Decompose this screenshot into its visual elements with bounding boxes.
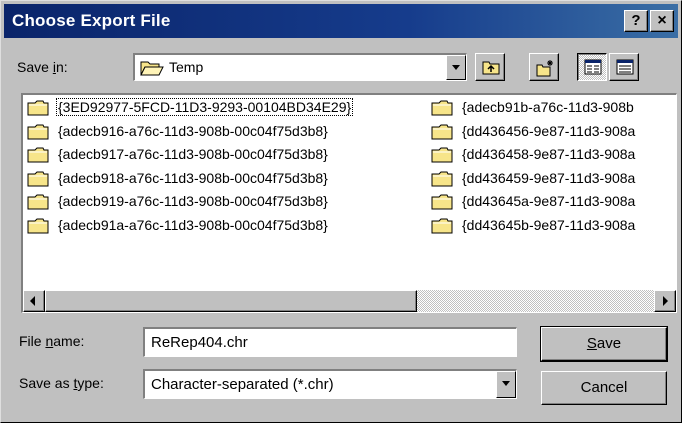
list-item-label: {adecb917-a76c-11d3-908b-00c04f75d3b8}	[58, 146, 328, 163]
save-as-type-combo[interactable]: Character-separated (*.chr)	[143, 369, 517, 399]
list-item-label: {dd436458-9e87-11d3-908a	[462, 146, 636, 163]
scroll-right-button[interactable]	[654, 290, 676, 312]
list-item-label: {dd43645b-9e87-11d3-908a	[462, 216, 636, 233]
scroll-thumb[interactable]	[45, 290, 417, 312]
save-as-type-value: Character-separated (*.chr)	[151, 376, 334, 393]
list-item-label: {dd43645a-9e87-11d3-908a	[462, 193, 636, 210]
folder-icon	[27, 171, 49, 187]
details-view-icon	[616, 59, 634, 75]
folder-icon	[431, 124, 453, 140]
list-view-button[interactable]	[577, 53, 607, 81]
folder-icon	[431, 218, 453, 234]
save-in-label: Save in:	[17, 59, 68, 75]
save-in-combo[interactable]: Temp	[133, 53, 467, 81]
save-in-label-part: Save	[17, 59, 53, 75]
folder-icon	[27, 194, 49, 210]
file-name-input[interactable]: ReRep404.chr	[143, 327, 517, 357]
list-item-label: {adecb919-a76c-11d3-908b-00c04f75d3b8}	[58, 193, 328, 210]
cancel-button[interactable]: Cancel	[541, 371, 667, 405]
save-in-dropdown-button[interactable]	[446, 55, 466, 80]
up-one-level-icon	[482, 61, 500, 75]
file-name-value: ReRep404.chr	[151, 334, 248, 351]
folder-icon	[431, 147, 453, 163]
save-in-value: Temp	[169, 59, 204, 75]
folder-icon	[27, 100, 49, 116]
file-list[interactable]: {3ED92977-5FCD-11D3-9293-00104BD34E29} {a…	[21, 93, 677, 313]
details-view-button[interactable]	[609, 53, 639, 81]
folder-open-icon	[140, 61, 164, 76]
save-as-type-label: Save as type:	[19, 375, 104, 391]
save-button-label: ave	[596, 335, 622, 352]
list-item-label: {adecb91b-a76c-11d3-908b	[462, 99, 634, 115]
save-as-type-label-part: Save as	[19, 375, 74, 391]
file-name-label-part: File	[19, 333, 46, 349]
file-name-label-part: ame:	[53, 333, 85, 349]
save-button-accel: S	[586, 335, 597, 352]
folder-icon	[27, 218, 49, 234]
list-item-label: {dd436456-9e87-11d3-908a	[462, 122, 636, 139]
list-item-label: {adecb91a-a76c-11d3-908b-00c04f75d3b8}	[58, 216, 328, 233]
folder-icon	[431, 100, 453, 116]
list-item-label: {dd436459-9e87-11d3-908a	[462, 169, 636, 186]
help-button[interactable]: ?	[624, 10, 648, 32]
create-new-folder-icon	[536, 60, 553, 77]
horizontal-scrollbar[interactable]	[23, 290, 676, 312]
save-as-type-dropdown-button[interactable]	[496, 371, 516, 398]
list-view-icon	[584, 59, 602, 75]
scroll-left-button[interactable]	[23, 290, 45, 312]
export-dialog: Choose Export File ? × Save in: Temp {3E…	[0, 0, 682, 423]
folder-icon	[27, 147, 49, 163]
folder-icon	[431, 171, 453, 187]
create-new-folder-button[interactable]	[529, 53, 559, 81]
save-button[interactable]: Save	[540, 326, 668, 362]
list-item-label: {adecb918-a76c-11d3-908b-00c04f75d3b8}	[58, 169, 328, 186]
folder-icon	[27, 124, 49, 140]
close-button[interactable]: ×	[650, 10, 674, 32]
save-as-type-label-part: ype:	[77, 375, 104, 391]
up-one-level-button[interactable]	[475, 53, 505, 81]
file-name-label: File name:	[19, 333, 84, 349]
list-item-label: {adecb916-a76c-11d3-908b-00c04f75d3b8}	[58, 122, 328, 139]
dialog-title: Choose Export File	[12, 11, 171, 30]
list-item-label: {3ED92977-5FCD-11D3-9293-00104BD34E29}	[55, 98, 354, 116]
folder-icon	[431, 194, 453, 210]
title-bar[interactable]: Choose Export File ? ×	[4, 4, 678, 38]
save-in-label-part: n:	[55, 59, 68, 75]
